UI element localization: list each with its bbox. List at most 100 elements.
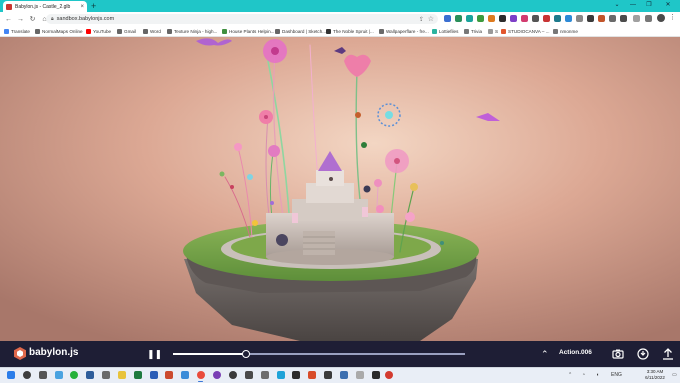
task-view-icon[interactable] bbox=[39, 371, 47, 379]
url-text: sandbox.babylonjs.com bbox=[56, 16, 115, 22]
new-tab-button[interactable]: + bbox=[91, 1, 96, 11]
extension-12-icon[interactable] bbox=[565, 15, 572, 22]
bookmark-label: S bbox=[495, 29, 499, 34]
address-bar[interactable]: 🔒︎ sandbox.babylonjs.com ⇪ ☆ bbox=[46, 14, 438, 24]
bookmark-item[interactable]: nmonme bbox=[553, 27, 578, 36]
app-icon[interactable] bbox=[340, 371, 348, 379]
file-explorer-icon[interactable] bbox=[118, 371, 126, 379]
screenshot-camera-icon[interactable] bbox=[612, 348, 624, 360]
extension-2-icon[interactable] bbox=[455, 15, 462, 22]
language-indicator[interactable]: ENG bbox=[611, 372, 622, 378]
bookmark-item[interactable]: The Noble Spruit |... bbox=[326, 27, 374, 36]
excel-icon[interactable] bbox=[134, 371, 142, 379]
extension-11-icon[interactable] bbox=[554, 15, 561, 22]
extension-9-icon[interactable] bbox=[532, 15, 539, 22]
extension-10-icon[interactable] bbox=[543, 15, 550, 22]
bookmark-label: The Noble Spruit |... bbox=[333, 29, 374, 34]
app-icon[interactable] bbox=[324, 371, 332, 379]
maximize-button[interactable]: ❐ bbox=[642, 0, 656, 12]
app-icon[interactable] bbox=[261, 371, 269, 379]
forward-arrow-icon[interactable]: → bbox=[15, 14, 26, 25]
bookmark-item[interactable]: NormalMaps Online bbox=[35, 27, 83, 36]
wifi-icon[interactable]: ◔ bbox=[582, 372, 585, 378]
app-icon[interactable] bbox=[245, 371, 253, 379]
extension-15-icon[interactable] bbox=[598, 15, 605, 22]
bookmark-item[interactable]: Word bbox=[143, 27, 161, 36]
app-icon[interactable] bbox=[292, 371, 300, 379]
bookmark-item[interactable]: Translate bbox=[4, 27, 30, 36]
app-icon[interactable] bbox=[372, 371, 380, 379]
app-icon[interactable] bbox=[229, 371, 237, 379]
extension-14-icon[interactable] bbox=[587, 15, 594, 22]
back-arrow-icon[interactable]: ← bbox=[3, 14, 14, 25]
tab-search-icon[interactable]: ⌄ bbox=[610, 0, 624, 12]
sidebar-icon[interactable] bbox=[645, 15, 652, 22]
bookmark-item[interactable]: Gmail bbox=[117, 27, 136, 36]
bookmark-favicon-icon bbox=[275, 29, 280, 34]
upload-icon[interactable] bbox=[662, 348, 674, 360]
profile-avatar[interactable] bbox=[657, 14, 665, 22]
search-icon[interactable] bbox=[23, 371, 31, 379]
pause-button[interactable]: ❚❚ bbox=[147, 348, 162, 361]
reload-icon[interactable]: ↻ bbox=[27, 14, 38, 25]
bookmark-label: Wallpaperflare - fre... bbox=[386, 29, 429, 34]
app-icon[interactable] bbox=[356, 371, 364, 379]
close-window-button[interactable]: ✕ bbox=[661, 0, 675, 12]
extension-7-icon[interactable] bbox=[510, 15, 517, 22]
babylon-player-bar: babylon.js ❚❚ ⌃ Action.006 bbox=[0, 341, 680, 367]
notifications-icon[interactable]: ▭ bbox=[672, 372, 677, 378]
bookmark-item[interactable]: Trivia bbox=[464, 27, 482, 36]
timeline-thumb[interactable] bbox=[242, 350, 250, 358]
extension-6-icon[interactable] bbox=[499, 15, 506, 22]
volume-icon[interactable]: ◖ bbox=[596, 372, 599, 378]
bookmark-favicon-icon bbox=[553, 29, 558, 34]
babylon-3d-viewport[interactable] bbox=[0, 37, 680, 341]
word-icon[interactable] bbox=[150, 371, 158, 379]
bookmark-item[interactable]: Texture Ninja - high... bbox=[167, 27, 217, 36]
extensions-puzzle-icon[interactable] bbox=[633, 15, 640, 22]
app-icon[interactable] bbox=[102, 371, 110, 379]
extension-8-icon[interactable] bbox=[521, 15, 528, 22]
chevron-up-icon[interactable]: ⌃ bbox=[541, 348, 549, 360]
extension-4-icon[interactable] bbox=[477, 15, 484, 22]
inspector-icon[interactable] bbox=[637, 348, 649, 360]
app-icon[interactable] bbox=[277, 371, 285, 379]
extension-17-icon[interactable] bbox=[620, 15, 627, 22]
animation-selector[interactable]: Action.006 bbox=[559, 349, 592, 356]
bookmark-item[interactable]: House Plants Helpin... bbox=[222, 27, 274, 36]
tab-close-icon[interactable]: × bbox=[80, 4, 84, 10]
bookmark-item[interactable]: STUDIOCANVA – ... bbox=[501, 27, 550, 36]
extension-13-icon[interactable] bbox=[576, 15, 583, 22]
animation-timeline-slider[interactable] bbox=[173, 353, 465, 355]
bookmark-label: NormalMaps Online bbox=[42, 29, 83, 34]
whatsapp-icon[interactable] bbox=[70, 371, 78, 379]
tray-chevron-icon[interactable]: ⌃ bbox=[568, 372, 572, 378]
app-icon[interactable] bbox=[385, 371, 393, 379]
browser-menu-icon[interactable]: ⋮ bbox=[669, 13, 676, 21]
extension-1-icon[interactable] bbox=[444, 15, 451, 22]
bookmark-item[interactable]: S bbox=[488, 27, 498, 36]
tab-babylon-castle[interactable]: Babylon.js - Castle_2.glb × bbox=[3, 1, 87, 12]
bookmark-item[interactable]: YouTube bbox=[86, 27, 111, 36]
powerpoint-icon[interactable] bbox=[165, 371, 173, 379]
extension-16-icon[interactable] bbox=[609, 15, 616, 22]
app-icon[interactable] bbox=[55, 371, 63, 379]
windows-start-icon[interactable] bbox=[7, 371, 15, 379]
bookmark-label: Trivia bbox=[471, 29, 483, 34]
app-icon[interactable] bbox=[213, 371, 221, 379]
bookmark-item[interactable]: Wallpaperflare - fre... bbox=[379, 27, 429, 36]
bookmark-item[interactable]: Lottiefiles bbox=[432, 27, 458, 36]
extension-5-icon[interactable] bbox=[488, 15, 495, 22]
bookmark-star-icon[interactable]: ☆ bbox=[428, 15, 434, 23]
extension-3-icon[interactable] bbox=[466, 15, 473, 22]
app-icon[interactable] bbox=[86, 371, 94, 379]
app-icon[interactable] bbox=[308, 371, 316, 379]
minimize-button[interactable]: — bbox=[626, 0, 640, 12]
share-icon[interactable]: ⇪ bbox=[419, 16, 424, 23]
chrome-icon[interactable] bbox=[197, 371, 205, 379]
vscode-icon[interactable] bbox=[181, 371, 189, 379]
babylon-brand-text: babylon.js bbox=[29, 347, 79, 358]
system-clock[interactable]: 3:30 AM 6/11/2022 bbox=[638, 369, 672, 381]
bookmark-favicon-icon bbox=[35, 29, 40, 34]
bookmark-item[interactable]: Dashboard | Sketch... bbox=[275, 27, 326, 36]
